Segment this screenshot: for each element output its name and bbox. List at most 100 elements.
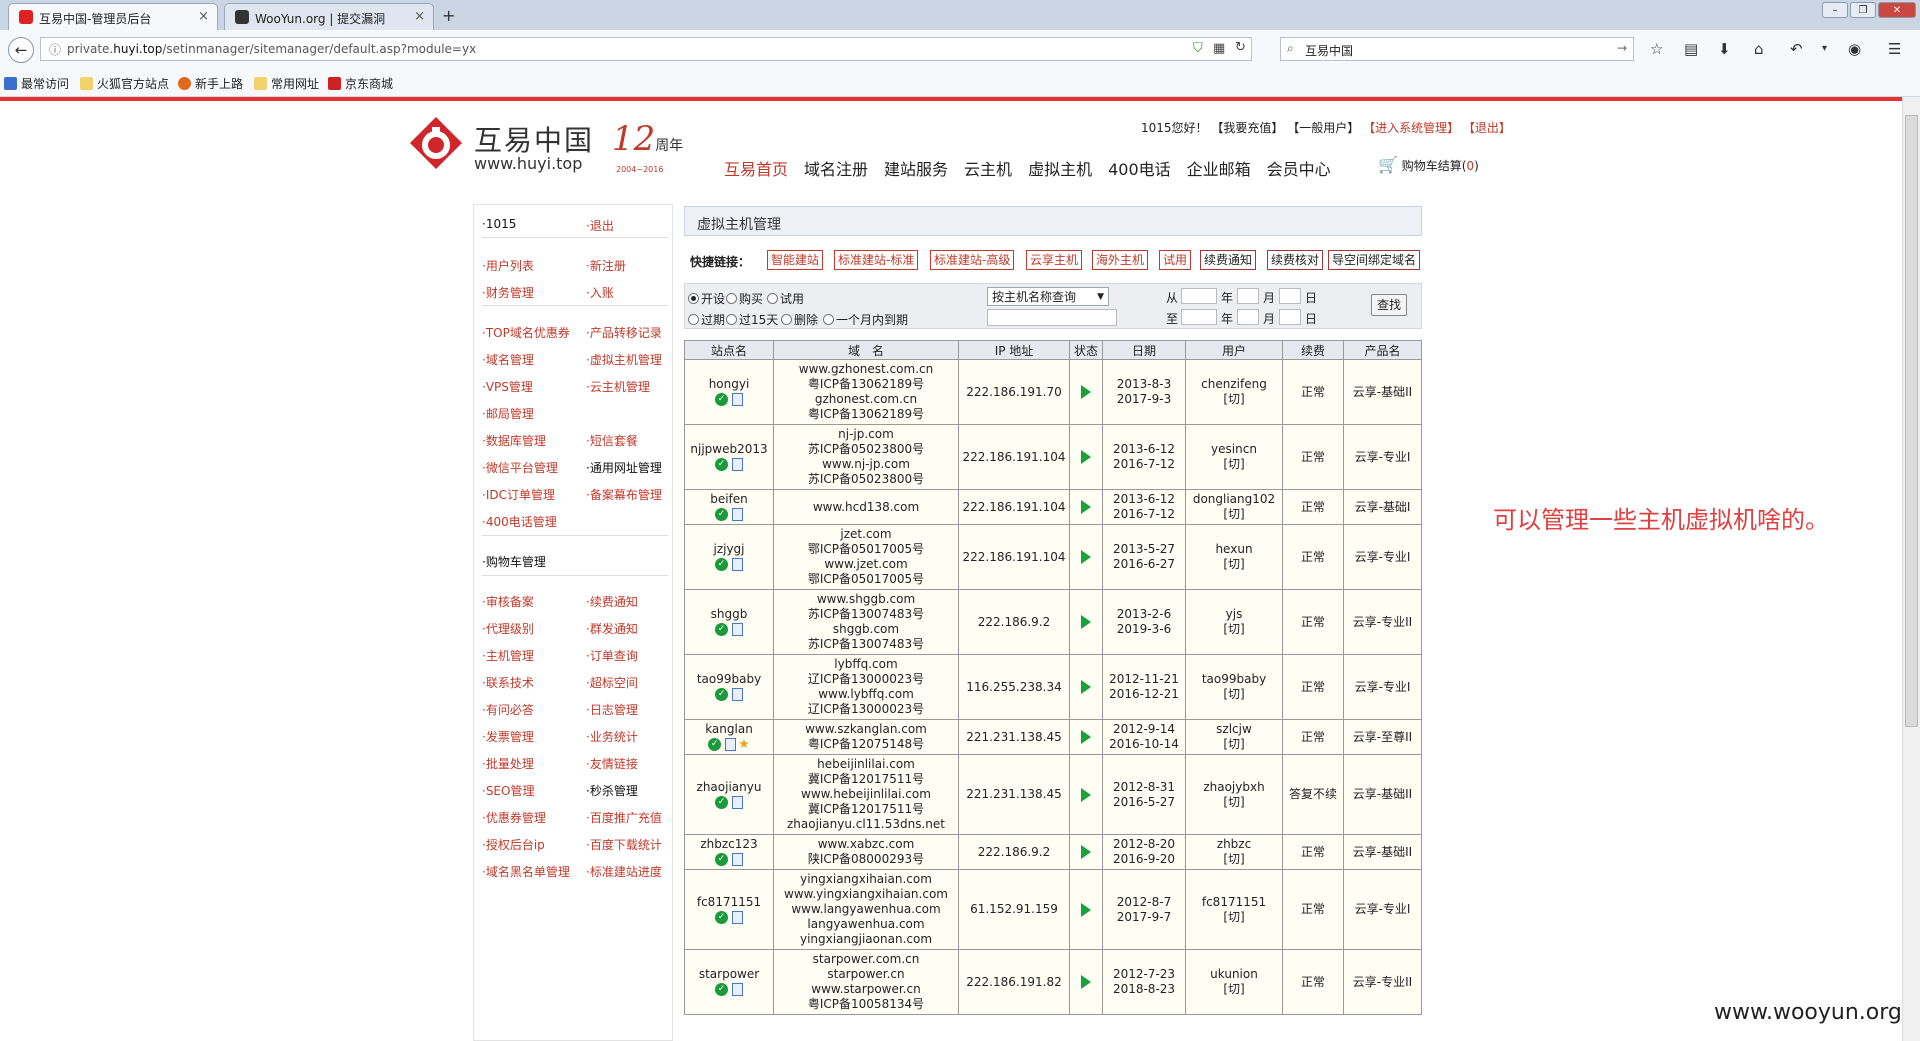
domain-line[interactable]: www.xabzc.com — [774, 837, 958, 852]
radio-expire-month[interactable]: 一个月内到期 — [823, 311, 908, 328]
domain-line[interactable]: lybffq.com — [774, 657, 958, 672]
domain-line[interactable]: www.shggb.com — [774, 592, 958, 607]
menu-top-coupon[interactable]: ·TOP域名优惠券 — [482, 324, 570, 341]
minimize-button[interactable]: – — [1822, 2, 1848, 18]
query-type-select[interactable]: 按主机名称查询 ▼ — [987, 287, 1109, 306]
menu-agent-level[interactable]: ·代理级别 — [482, 620, 534, 637]
back-arrow-icon[interactable]: ← — [8, 37, 34, 63]
close-tab-icon[interactable]: × — [414, 9, 425, 24]
domain-line[interactable]: www.jzet.com — [774, 557, 958, 572]
menu-seo[interactable]: ·SEO管理 — [482, 782, 534, 799]
domain-line[interactable]: 鄂ICP备05017005号 — [774, 572, 958, 587]
close-window-button[interactable]: ✕ — [1878, 2, 1916, 18]
quick-link-renew-check[interactable]: 续费核对 — [1267, 250, 1324, 270]
menu-log-manage[interactable]: ·日志管理 — [586, 701, 638, 718]
shield-icon[interactable]: ⛉ — [1193, 41, 1203, 56]
domain-line[interactable]: 辽ICP备13000023号 — [774, 672, 958, 687]
domain-line[interactable]: yingxiangjiaonan.com — [774, 932, 958, 947]
col-domain[interactable]: 域 名 — [773, 340, 959, 360]
switch-link[interactable]: [切] — [1186, 910, 1282, 925]
site-name[interactable]: tao99baby — [685, 672, 773, 687]
switch-link[interactable]: [切] — [1186, 687, 1282, 702]
info-icon[interactable]: ⓘ — [49, 41, 61, 58]
document-icon[interactable] — [732, 983, 743, 996]
domain-line[interactable]: shggb.com — [774, 622, 958, 637]
play-icon[interactable] — [1081, 500, 1091, 514]
play-icon[interactable] — [1081, 730, 1091, 744]
col-ip[interactable]: IP 地址 — [958, 340, 1070, 360]
site-name[interactable]: jzjygj — [685, 542, 773, 557]
domain-line[interactable]: nj-jp.com — [774, 427, 958, 442]
play-icon[interactable] — [1081, 845, 1091, 859]
domain-line[interactable]: 粤ICP备13062189号 — [774, 377, 958, 392]
domain-line[interactable]: www.gzhonest.com.cn — [774, 362, 958, 377]
domain-line[interactable]: starpower.cn — [774, 967, 958, 982]
col-product[interactable]: 产品名 — [1343, 340, 1422, 360]
switch-link[interactable]: [切] — [1186, 982, 1282, 997]
menu-finance[interactable]: ·财务管理 — [482, 284, 534, 301]
tab-admin[interactable]: 互易中国-管理员后台 × — [8, 3, 218, 30]
switch-link[interactable]: [切] — [1186, 737, 1282, 752]
nav-domain[interactable]: 域名注册 — [804, 160, 868, 179]
quick-link-adv-site[interactable]: 标准建站-高级 — [930, 250, 1015, 270]
radio-over15[interactable]: 过15天 — [726, 311, 778, 328]
site-name[interactable]: starpower — [685, 967, 773, 982]
domain-line[interactable]: www.nj-jp.com — [774, 457, 958, 472]
domain-line[interactable]: hebeijinlilai.com — [774, 757, 958, 772]
menu-logout[interactable]: ·退出 — [586, 217, 614, 234]
menu-cart-manage[interactable]: ·购物车管理 — [482, 553, 546, 570]
domain-line[interactable]: yingxiangxihaian.com — [774, 872, 958, 887]
domain-line[interactable]: www.lybffq.com — [774, 687, 958, 702]
domain-line[interactable]: www.yingxiangxihaian.com — [774, 887, 958, 902]
menu-mail-manage[interactable]: ·邮局管理 — [482, 405, 534, 422]
menu-domain-manage[interactable]: ·域名管理 — [482, 351, 534, 368]
menu-order-query[interactable]: ·订单查询 — [586, 647, 638, 664]
menu-vps-manage[interactable]: ·VPS管理 — [482, 378, 533, 395]
domain-line[interactable]: zhaojianyu.cl11.53dns.net — [774, 817, 958, 832]
site-name[interactable]: beifen — [685, 492, 773, 507]
document-icon[interactable] — [732, 688, 743, 701]
domain-line[interactable]: gzhonest.com.cn — [774, 392, 958, 407]
play-icon[interactable] — [1081, 902, 1091, 917]
play-icon[interactable] — [1081, 615, 1091, 629]
cart-checkout[interactable]: 🛒 购物车结算(0) — [1378, 155, 1479, 174]
domain-line[interactable]: 冀ICP备12017511号 — [774, 772, 958, 787]
domain-line[interactable]: jzet.com — [774, 527, 958, 542]
enter-admin-link[interactable]: 【进入系统管理】 — [1363, 121, 1459, 135]
search-input[interactable]: 互易中国 — [1305, 42, 1353, 59]
bookmark-item[interactable]: 常用网址 — [254, 75, 319, 92]
document-icon[interactable] — [732, 853, 743, 866]
document-icon[interactable] — [732, 558, 743, 571]
switch-link[interactable]: [切] — [1186, 457, 1282, 472]
domain-line[interactable]: www.hebeijinlilai.com — [774, 787, 958, 802]
document-icon[interactable] — [732, 393, 743, 406]
undo-icon[interactable]: ↶ — [1790, 40, 1803, 58]
menu-deposit[interactable]: ·入账 — [586, 284, 614, 301]
nav-member-center[interactable]: 会员中心 — [1267, 160, 1331, 179]
reader-icon[interactable]: ▤ — [1684, 40, 1698, 58]
menu-review-icp[interactable]: ·审核备案 — [482, 593, 534, 610]
maximize-button[interactable]: ❐ — [1850, 2, 1876, 18]
menu-vhost-manage[interactable]: ·虚拟主机管理 — [586, 351, 662, 368]
bookmark-item[interactable]: 火狐官方站点 — [80, 75, 169, 92]
document-icon[interactable] — [725, 738, 737, 751]
col-date[interactable]: 日期 — [1102, 340, 1186, 360]
domain-line[interactable]: 冀ICP备12017511号 — [774, 802, 958, 817]
tab-wooyun[interactable]: WooYun.org | 提交漏洞 × — [224, 3, 434, 30]
bookmark-star-icon[interactable]: ☆ — [1650, 40, 1663, 58]
general-user-link[interactable]: 【一般用户】 — [1287, 121, 1359, 135]
switch-link[interactable]: [切] — [1186, 622, 1282, 637]
nav-400-phone[interactable]: 400电话 — [1108, 160, 1171, 179]
bookmark-item[interactable]: 最常访问 — [4, 75, 69, 92]
document-icon[interactable] — [732, 458, 743, 471]
domain-line[interactable]: 陕ICP备08000293号 — [774, 852, 958, 867]
document-icon[interactable] — [732, 508, 743, 521]
menu-invoice[interactable]: ·发票管理 — [482, 728, 534, 745]
menu-auth-ip[interactable]: ·授权后台ip — [482, 836, 545, 853]
recharge-link[interactable]: 【我要充值】 — [1211, 121, 1283, 135]
site-name[interactable]: hongyi — [685, 377, 773, 392]
site-name[interactable]: zhaojianyu — [685, 780, 773, 795]
menu-wechat-manage[interactable]: ·微信平台管理 — [482, 459, 558, 476]
switch-link[interactable]: [切] — [1186, 507, 1282, 522]
nav-site-build[interactable]: 建站服务 — [884, 160, 948, 179]
